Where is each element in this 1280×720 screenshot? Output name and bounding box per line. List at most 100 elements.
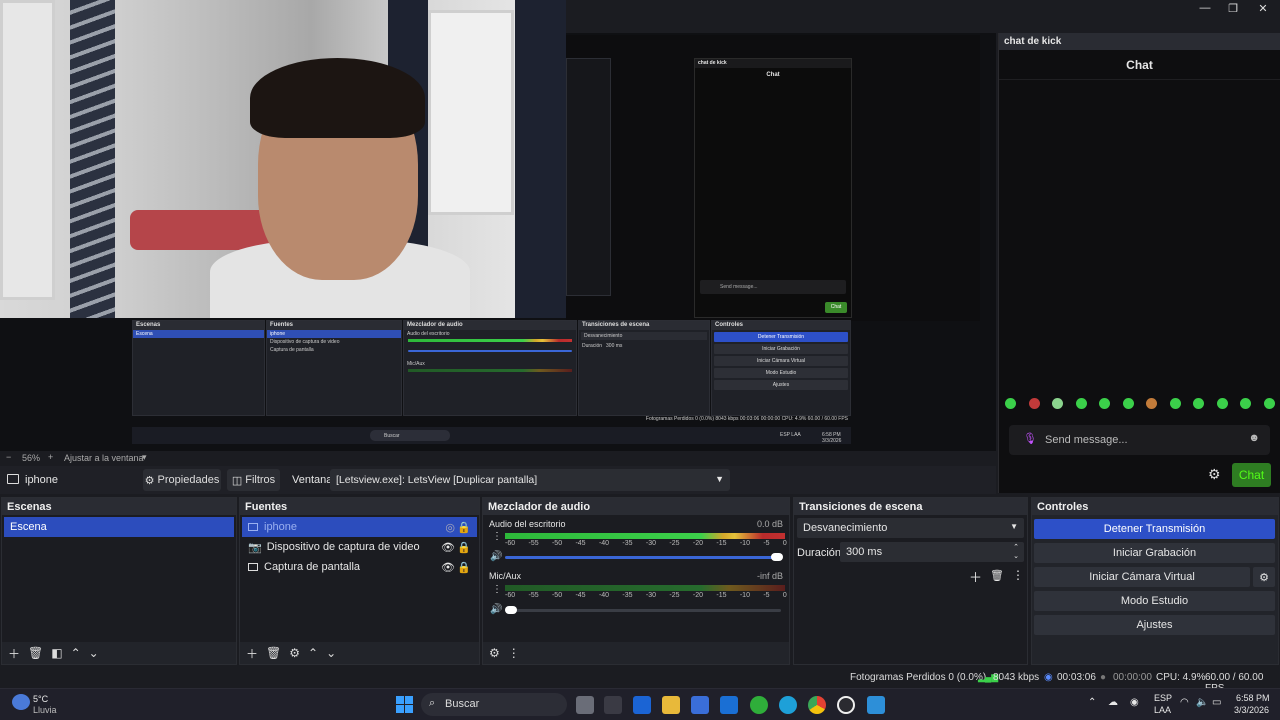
filters-button[interactable]: ◫ Filtros	[227, 469, 280, 491]
taskbar-search[interactable]: ⌕ Buscar	[421, 693, 567, 716]
settings-button[interactable]: Ajustes	[1034, 615, 1275, 635]
chat-message-input[interactable]: 🎙 Send message... ☻	[1009, 425, 1270, 455]
maximize-button[interactable]: ❐	[1216, 0, 1250, 16]
mixer-settings-icon[interactable]: ⚙	[489, 646, 500, 660]
xbox-icon[interactable]	[750, 696, 768, 714]
mic-volume-slider[interactable]	[505, 609, 781, 612]
store-icon[interactable]	[691, 696, 709, 714]
chrome-icon[interactable]	[808, 696, 826, 714]
desktop-volume-knob[interactable]	[771, 553, 783, 561]
letsview-icon[interactable]	[867, 696, 885, 714]
emote-icon[interactable]	[1169, 397, 1181, 409]
fit-window-option[interactable]: Ajustar a la ventana	[64, 453, 144, 463]
emote-icon[interactable]	[1075, 397, 1087, 409]
source-item-iphone[interactable]: iphone ◎ 🔒	[242, 517, 477, 537]
zoom-out-button[interactable]: −	[6, 452, 11, 462]
close-button[interactable]: ✕	[1246, 0, 1280, 16]
window-select[interactable]: [Letsview.exe]: LetsView [Duplicar panta…	[330, 469, 730, 491]
mic-volume-knob[interactable]	[505, 606, 517, 614]
emote-icon[interactable]	[1099, 397, 1111, 409]
speaker-icon[interactable]: 🔊	[490, 604, 502, 615]
windows-start-icon[interactable]	[396, 696, 413, 713]
duration-spinbox[interactable]: 300 ms ⌃ ⌄	[840, 542, 1024, 562]
task-view-icon[interactable]	[576, 696, 594, 714]
gear-icon[interactable]: ⚙	[289, 646, 300, 660]
eye-icon[interactable]: 👁	[441, 541, 455, 554]
chevron-up-icon[interactable]: ⌃	[1088, 697, 1096, 708]
clock-time[interactable]: 6:58 PM	[1236, 693, 1270, 703]
nested-tray-clock: 6:58 PM 3/3/2026	[822, 432, 842, 444]
emote-icon[interactable]	[1240, 397, 1252, 409]
language-layout[interactable]: LAA	[1154, 705, 1171, 715]
trash-icon[interactable]: 🗑	[28, 646, 43, 660]
outlook-icon[interactable]	[633, 696, 651, 714]
emote-icon[interactable]	[1005, 397, 1017, 409]
lock-icon[interactable]: 🔒	[457, 521, 471, 534]
emote-icon[interactable]	[1193, 397, 1205, 409]
emote-icon[interactable]	[1052, 397, 1064, 409]
emote-icon[interactable]	[1216, 397, 1228, 409]
trash-icon[interactable]: 🗑	[990, 569, 1004, 582]
properties-label: Propiedades	[157, 474, 220, 486]
arrow-up-icon[interactable]: ⌃	[71, 646, 81, 660]
wifi-icon[interactable]: ◠	[1180, 697, 1189, 708]
chat-send-button[interactable]: Chat	[1232, 463, 1271, 487]
zoom-in-button[interactable]: +	[48, 452, 53, 462]
edge-icon[interactable]	[779, 696, 797, 714]
obs-icon[interactable]	[837, 696, 855, 714]
emoji-icon[interactable]: ☻	[1248, 432, 1260, 444]
obs-tray-icon[interactable]: ◉	[1130, 697, 1139, 708]
vscode-icon[interactable]	[720, 696, 738, 714]
clock-date[interactable]: 3/3/2026	[1234, 705, 1269, 715]
kebab-menu-icon[interactable]: ⋮	[508, 646, 520, 660]
speaker-icon[interactable]: 🔊	[490, 551, 502, 562]
emote-icon[interactable]	[1146, 397, 1158, 409]
app-icon[interactable]	[604, 696, 622, 714]
battery-icon[interactable]: ▭	[1212, 697, 1221, 708]
spin-arrows-icon[interactable]: ⌃ ⌄	[1013, 543, 1019, 561]
add-scene-icon[interactable]: ＋	[8, 645, 20, 662]
arrow-down-icon[interactable]: ⌄	[89, 646, 99, 660]
transition-select[interactable]: Desvanecimiento ▼	[797, 518, 1024, 538]
lock-icon[interactable]: 🔒	[457, 541, 471, 554]
chat-header: Chat	[999, 50, 1280, 80]
source-item-camera[interactable]: 📷 Dispositivo de captura de video 👁 🔒	[242, 537, 477, 557]
add-source-icon[interactable]: ＋	[246, 645, 258, 662]
zoom-dropdown-icon[interactable]: ▾	[142, 452, 147, 463]
properties-button[interactable]: ⚙ Propiedades	[143, 469, 221, 491]
status-bar: Fotogramas Perdidos 0 (0.0%) ▂▄▆ 8043 kb…	[0, 668, 1280, 694]
file-explorer-icon[interactable]	[662, 696, 680, 714]
trash-icon[interactable]: 🗑	[266, 646, 281, 660]
cloud-icon[interactable]: ☁	[1108, 697, 1118, 708]
scene-item[interactable]: Escena	[4, 517, 234, 537]
scenes-dock: Escenas Escena ＋ 🗑 ◧ ⌃ ⌄	[1, 497, 237, 665]
start-recording-button[interactable]: Iniciar Grabación	[1034, 543, 1275, 563]
emote-icon[interactable]	[1122, 397, 1134, 409]
eye-icon[interactable]: 👁	[441, 561, 455, 574]
weather-icon[interactable]	[12, 694, 30, 710]
mic-db: -inf dB	[756, 571, 783, 581]
desktop-volume-slider[interactable]	[505, 556, 781, 559]
source-item-screen[interactable]: Captura de pantalla 👁 🔒	[242, 557, 477, 577]
arrow-up-icon[interactable]: ⌃	[308, 646, 318, 660]
lock-icon[interactable]: 🔒	[457, 561, 471, 574]
kebab-menu-icon[interactable]: ⋮	[492, 584, 502, 595]
volume-icon[interactable]: 🔈	[1196, 697, 1208, 708]
filter-icon[interactable]: ◧	[51, 646, 62, 660]
window-icon	[7, 474, 19, 484]
studio-mode-button[interactable]: Modo Estudio	[1034, 591, 1275, 611]
gear-icon[interactable]: ⚙	[1253, 567, 1275, 587]
kebab-menu-icon[interactable]: ⋮	[1012, 568, 1024, 582]
mic-label: Mic/Aux	[489, 571, 522, 581]
kebab-menu-icon[interactable]: ⋮	[492, 531, 502, 542]
duration-value: 300 ms	[846, 546, 883, 558]
virtual-camera-button[interactable]: Iniciar Cámara Virtual	[1034, 567, 1250, 587]
language-code[interactable]: ESP	[1154, 693, 1172, 703]
stop-stream-button[interactable]: Detener Transmisión	[1034, 519, 1275, 539]
add-icon[interactable]: ＋	[969, 567, 982, 586]
arrow-down-icon[interactable]: ⌄	[326, 646, 336, 660]
gear-icon[interactable]: ⚙	[1208, 466, 1221, 483]
hidden-eye-icon[interactable]: ◎	[445, 521, 455, 534]
emote-icon[interactable]	[1263, 397, 1275, 409]
emote-icon[interactable]	[1028, 397, 1040, 409]
